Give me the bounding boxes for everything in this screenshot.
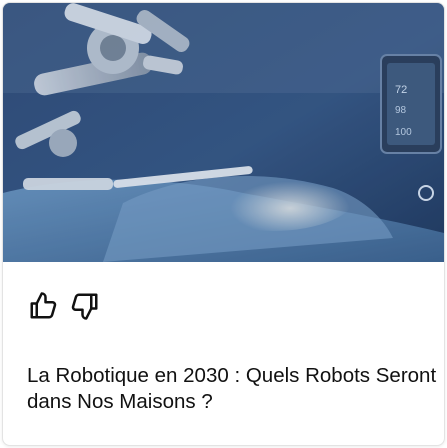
reaction-buttons <box>27 289 101 323</box>
dislike-button[interactable] <box>69 289 101 323</box>
article-thumbnail[interactable]: 72 98 100 <box>3 3 444 262</box>
article-title[interactable]: La Robotique en 2030 : Quels Robots Sero… <box>27 363 437 415</box>
like-button[interactable] <box>27 289 59 323</box>
thumbs-up-icon <box>30 292 57 319</box>
surgical-robot-image: 72 98 100 <box>3 3 444 262</box>
article-card[interactable]: 72 98 100 La Robotique en 2030 : Quels R… <box>2 2 445 446</box>
thumbs-down-icon <box>71 293 98 320</box>
